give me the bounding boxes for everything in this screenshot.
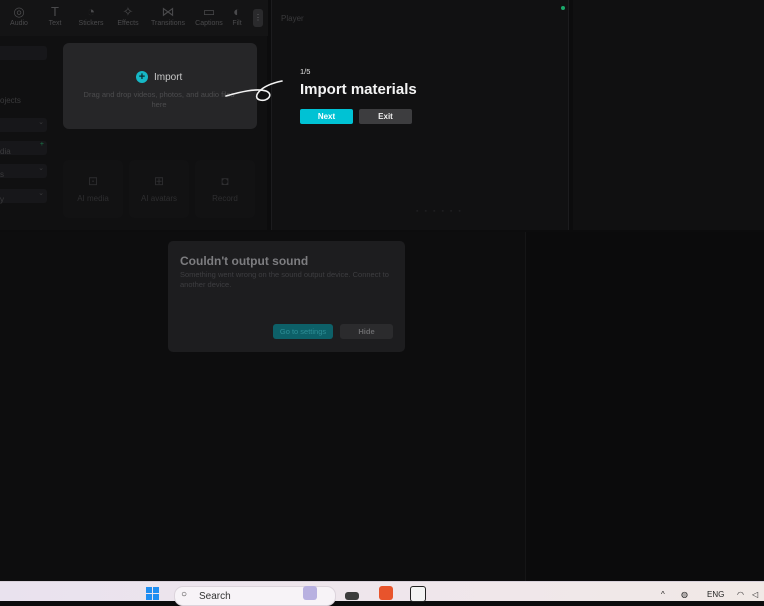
captions-icon: ▭ [202, 4, 216, 19]
go-to-settings-button[interactable]: Go to settings [273, 324, 333, 339]
sidebar-item-top[interactable] [0, 46, 47, 60]
tour-exit-button[interactable]: Exit [359, 109, 412, 124]
wifi-icon[interactable]: ◠ [737, 590, 744, 599]
import-label: Import [154, 71, 183, 83]
editor-toolbar: ◎ Audio T Text ◔ Stickers ✧ Effects ⋈ Tr… [0, 0, 268, 36]
dialog-message: Something went wrong on the sound output… [180, 270, 389, 289]
hide-button[interactable]: Hide [340, 324, 393, 339]
tour-pointer-arrow [225, 80, 283, 102]
player-title: Player [281, 14, 304, 23]
search-icon: ○ [181, 589, 188, 600]
language-indicator[interactable]: ENG [707, 590, 724, 599]
text-icon: T [51, 4, 59, 19]
plus-icon: + [136, 71, 148, 83]
status-dot [561, 6, 565, 10]
tool-label: Stickers [78, 20, 104, 27]
import-description: Drag and drop videos, photos, and audio … [83, 90, 235, 109]
tile-record[interactable]: ◘ Record [195, 160, 255, 218]
tool-label: Transitions [151, 20, 185, 27]
chevron-up-icon[interactable]: ^ [661, 590, 665, 599]
tool-stickers[interactable]: ◔ Stickers [74, 4, 108, 27]
taskbar-app-icon[interactable] [303, 586, 317, 600]
details-panel [573, 0, 764, 230]
tool-label: Captions [195, 20, 223, 27]
tool-label: Audio [10, 20, 28, 27]
timeline-side-panel [525, 232, 764, 581]
sidebar: ojects ⌄ dia + s ⌄ y ⌄ [0, 36, 55, 230]
tour-title: Import materials [300, 81, 417, 98]
tile-ai-media[interactable]: ⊡ AI media [63, 160, 123, 218]
tool-transitions[interactable]: ⋈ Transitions [151, 4, 185, 27]
start-button[interactable] [146, 587, 160, 600]
brave-browser-icon[interactable] [379, 586, 393, 600]
record-icon: ◘ [221, 174, 229, 188]
tour-next-button[interactable]: Next [300, 109, 353, 124]
sidebar-item-projects[interactable]: ojects [0, 94, 48, 108]
sidebar-dropdown[interactable]: ⌄ [0, 118, 47, 132]
tool-label: Filt [232, 20, 242, 27]
tour-step-counter: 1/5 [300, 67, 311, 76]
tool-label: Text [48, 20, 62, 27]
dialog-title: Couldn't output sound [180, 254, 309, 268]
tool-effects[interactable]: ✧ Effects [111, 4, 145, 27]
tool-filters[interactable]: ◐ Filt [226, 4, 248, 27]
toolbar-more-button[interactable]: ⋮ [253, 9, 263, 27]
sidebar-item-media[interactable]: dia + [0, 141, 47, 156]
chevron-down-icon: ⌄ [38, 119, 44, 126]
filters-icon: ◐ [233, 4, 241, 19]
taskbar-search-placeholder: Search [199, 591, 231, 602]
transitions-icon: ⋈ [161, 4, 175, 19]
sidebar-item-s[interactable]: s ⌄ [0, 164, 47, 179]
tool-audio[interactable]: ◎ Audio [2, 4, 36, 27]
tool-captions[interactable]: ▭ Captions [192, 4, 226, 27]
volume-icon[interactable]: ◁ [752, 590, 758, 599]
player-controls: ▪▪▪▪▪▪ [416, 208, 467, 215]
stickers-icon: ◔ [87, 4, 95, 19]
tile-ai-avatars[interactable]: ⊞ AI avatars [129, 160, 189, 218]
audio-icon: ◎ [13, 4, 25, 19]
tool-label: Effects [117, 20, 139, 27]
sidebar-item-y[interactable]: y ⌄ [0, 189, 47, 204]
chevron-down-icon: ⌄ [38, 190, 44, 197]
network-icon[interactable]: ◍ [681, 590, 688, 599]
add-icon: + [39, 141, 44, 148]
ai-avatar-icon: ⊞ [153, 174, 165, 188]
import-button[interactable]: + Import [136, 71, 182, 83]
chevron-down-icon: ⌄ [38, 165, 44, 172]
effects-icon: ✧ [122, 4, 134, 19]
ai-media-icon: ⊡ [87, 174, 99, 188]
tool-text[interactable]: T Text [38, 4, 72, 27]
taskbar-app-icon[interactable] [345, 592, 359, 600]
